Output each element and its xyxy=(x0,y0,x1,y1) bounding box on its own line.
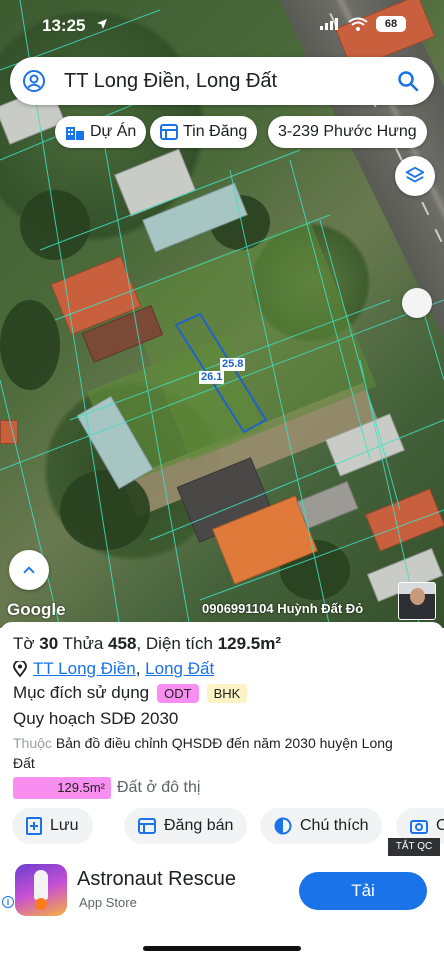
parcel-location: TT Long Điền, Long Đất xyxy=(13,659,214,679)
bank-icon xyxy=(66,127,84,140)
install-button[interactable]: Tải xyxy=(299,872,427,910)
watermark-avatar xyxy=(398,582,436,620)
location-pin-icon xyxy=(13,661,27,677)
parcel-dimension-label: 25.8 xyxy=(220,358,246,371)
plan-title: Quy hoạch SDĐ 2030 xyxy=(13,709,179,728)
ad-app-name: Astronaut Rescue xyxy=(77,868,236,890)
search-bar[interactable]: TT Long Điền, Long Đất xyxy=(10,57,434,105)
chip-tin-dang[interactable]: Tin Đăng xyxy=(150,116,258,148)
layers-button[interactable] xyxy=(395,156,435,196)
land-type-area: 129.5m² xyxy=(13,777,111,799)
land-use-label: Mục đích sử dụng xyxy=(13,683,150,702)
layers-icon xyxy=(405,166,425,183)
expand-panel-button[interactable] xyxy=(9,550,49,590)
action-buttons: Lưu Đăng bán Chú thích C xyxy=(12,808,444,844)
ad-banner[interactable]: i Astronaut Rescue App Store Tải xyxy=(0,856,444,926)
area-label: Diện tích xyxy=(145,634,213,653)
search-icon[interactable] xyxy=(396,69,420,93)
land-use-tag-odt[interactable]: ODT xyxy=(157,683,199,703)
camera-icon xyxy=(410,820,428,834)
chip-label: Tin Đăng xyxy=(183,123,248,140)
home-indicator[interactable] xyxy=(143,946,301,951)
legend-button[interactable]: Chú thích xyxy=(260,808,383,844)
wifi-icon xyxy=(348,17,368,31)
ad-info-icon[interactable]: i xyxy=(2,896,14,908)
lot-label: Thửa xyxy=(62,634,104,653)
search-input[interactable]: TT Long Điền, Long Đất xyxy=(64,70,277,93)
sheet-number: 30 xyxy=(39,634,59,653)
contact-watermark: 0906991104 Huỳnh Đất Đỏ xyxy=(202,601,364,616)
chip-du-an[interactable]: Dự Án xyxy=(55,116,147,148)
location-arrow-icon xyxy=(97,19,107,29)
listing-icon xyxy=(160,124,178,140)
save-icon xyxy=(26,817,42,835)
lot-number: 458 xyxy=(108,634,137,653)
plan-map-prefix: Thuộc xyxy=(13,735,52,751)
google-attribution: Google xyxy=(7,600,66,619)
area-value: 129.5m² xyxy=(217,634,282,653)
legend-label: Chú thích xyxy=(300,817,369,834)
post-for-sale-label: Đăng bán xyxy=(164,817,234,834)
location-separator: , xyxy=(135,659,141,678)
chevron-up-icon xyxy=(23,566,35,574)
post-for-sale-button[interactable]: Đăng bán xyxy=(124,808,248,844)
town-link[interactable]: TT Long Điền xyxy=(33,659,136,679)
chip-address[interactable]: 3-239 Phước Hưng xyxy=(268,116,427,148)
ad-store-name: App Store xyxy=(79,895,137,910)
parcel-info-panel: Tờ 30 Thửa 458, Diện tích 129.5m² TT Lon… xyxy=(0,622,444,828)
plan-map-title: Bản đồ điều chỉnh QHSDĐ đến năm 2030 huy… xyxy=(13,735,393,771)
account-icon[interactable] xyxy=(22,69,46,93)
listing-icon xyxy=(138,818,156,834)
parcel-dimension-label: 26.1 xyxy=(199,371,225,384)
save-button[interactable]: Lưu xyxy=(12,808,93,844)
app-icon xyxy=(15,864,67,916)
save-label: Lưu xyxy=(50,817,79,834)
land-use-tag-bhk[interactable]: BHK xyxy=(206,683,248,703)
legend-icon xyxy=(274,817,292,835)
battery-level: 68 xyxy=(376,16,406,32)
district-link[interactable]: Long Đất xyxy=(145,659,214,679)
map-handle[interactable] xyxy=(402,288,432,318)
parcel-title: Tờ 30 Thửa 458, Diện tích 129.5m² xyxy=(13,634,282,653)
plan-map-name: Thuộc Bản đồ điều chỉnh QHSDĐ đến năm 20… xyxy=(13,733,413,773)
land-use-row: Mục đích sử dụng ODT BHK xyxy=(13,683,248,703)
home-indicator-area xyxy=(0,926,444,960)
close-ad-button[interactable]: TẮT QC xyxy=(388,838,440,856)
land-type-bar: 129.5m² Đất ở đô thị xyxy=(13,777,200,799)
status-bar: 13:25 68 xyxy=(0,0,444,50)
sheet-label: Tờ xyxy=(13,634,35,653)
camera-label: C xyxy=(436,817,444,834)
chip-label: 3-239 Phước Hưng xyxy=(278,123,417,140)
land-type-label: Đất ở đô thị xyxy=(117,779,201,796)
signal-icon xyxy=(320,18,338,30)
chip-label: Dự Án xyxy=(90,123,137,140)
status-time: 13:25 xyxy=(42,16,86,35)
